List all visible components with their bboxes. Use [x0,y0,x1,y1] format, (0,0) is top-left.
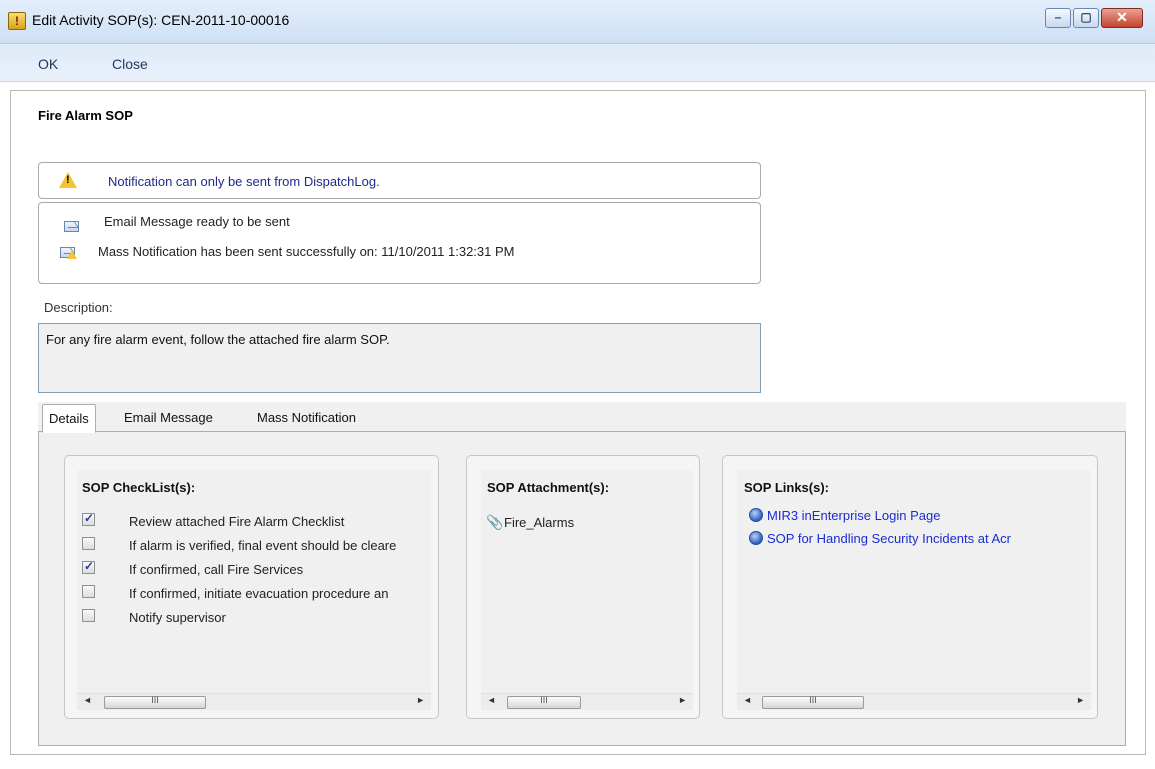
attachments-list[interactable] [481,470,693,710]
scrollbar-grip: III [809,695,817,705]
mass-notification-warning-icon [67,250,77,259]
scrollbar-grip: III [151,695,159,705]
checklist-item-2: If alarm is verified, final event should… [129,538,397,553]
scroll-right-icon[interactable]: ► [1076,695,1085,705]
minimize-button[interactable]: – [1045,8,1071,28]
close-menu-item[interactable]: Close [112,56,148,72]
checklist-title: SOP CheckList(s): [82,480,196,495]
checklist-checkbox-1[interactable] [82,511,95,526]
window-title: Edit Activity SOP(s): CEN-2011-10-00016 [32,12,290,28]
ok-menu-item[interactable]: OK [38,56,58,72]
attachments-horizontal-scrollbar[interactable]: ◄ III ► [481,693,693,710]
description-text: For any fire alarm event, follow the att… [46,332,390,347]
checklist-item-1: Review attached Fire Alarm Checklist [129,514,345,529]
scroll-right-icon[interactable]: ► [416,695,425,705]
link-mir3-login[interactable]: MIR3 inEnterprise Login Page [767,508,940,523]
scroll-left-icon[interactable]: ◄ [743,695,752,705]
scrollbar-thumb[interactable]: III [507,695,581,709]
links-horizontal-scrollbar[interactable]: ◄ III ► [737,693,1091,710]
close-icon: ✕ [1116,9,1128,25]
warning-icon [59,172,77,188]
scroll-left-icon[interactable]: ◄ [83,695,92,705]
attachment-fire-alarms[interactable]: Fire_Alarms [504,515,574,530]
globe-link-icon [749,508,763,522]
window-controls: – ▢ ✕ [1043,8,1143,28]
menu-bar: OK Close [0,44,1155,82]
scroll-right-icon[interactable]: ► [678,695,687,705]
checklist-item-4: If confirmed, initiate evacuation proced… [129,586,389,601]
warning-text: Notification can only be sent from Dispa… [108,174,380,189]
sop-title: Fire Alarm SOP [38,108,133,123]
checklist-item-5: Notify supervisor [129,610,226,625]
description-label: Description: [44,300,113,315]
email-icon [64,221,79,232]
globe-link-icon [749,531,763,545]
checklist-checkbox-2[interactable] [82,537,95,550]
checklist-checkbox-3[interactable] [82,559,95,574]
scrollbar-thumb[interactable]: III [104,695,206,709]
maximize-button[interactable]: ▢ [1073,8,1099,28]
scrollbar-grip: III [540,695,548,705]
app-warning-icon: ! [8,12,26,30]
tab-email-message[interactable]: Email Message [124,410,213,425]
email-status-text: Email Message ready to be sent [104,214,290,229]
close-window-button[interactable]: ✕ [1101,8,1143,28]
scroll-left-icon[interactable]: ◄ [487,695,496,705]
links-title: SOP Links(s): [744,480,830,495]
checklist-horizontal-scrollbar[interactable]: ◄ III ► [77,693,431,710]
checklist-item-3: If confirmed, call Fire Services [129,562,304,577]
tab-mass-notification[interactable]: Mass Notification [257,410,356,425]
window-titlebar[interactable]: ! Edit Activity SOP(s): CEN-2011-10-0001… [0,0,1155,44]
links-list[interactable] [737,470,1091,710]
left-gutter [0,82,10,769]
minimize-icon: – [1054,10,1062,24]
checklist-checkbox-4[interactable] [82,585,95,598]
tab-details[interactable]: Details [42,404,96,433]
checklist-checkbox-5[interactable] [82,609,95,622]
mass-notification-status-text: Mass Notification has been sent successf… [98,244,515,259]
paperclip-icon: 📎 [486,514,504,530]
maximize-icon: ▢ [1080,10,1092,24]
link-security-incidents-sop[interactable]: SOP for Handling Security Incidents at A… [767,531,1087,546]
scrollbar-thumb[interactable]: III [762,695,864,709]
attachments-title: SOP Attachment(s): [487,480,610,495]
